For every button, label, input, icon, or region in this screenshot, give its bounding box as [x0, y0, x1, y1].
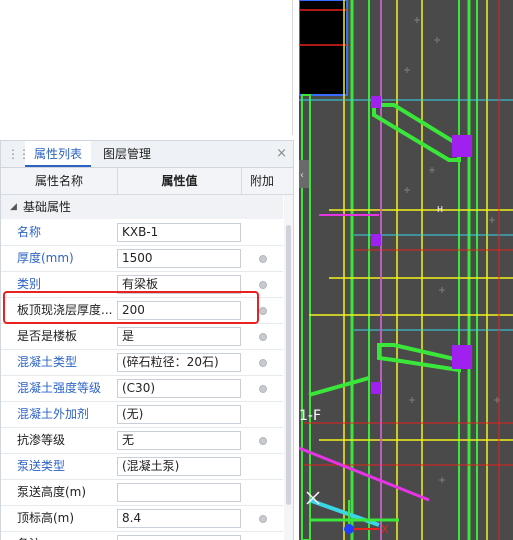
- tab-property-list[interactable]: 属性列表: [25, 141, 92, 167]
- close-icon[interactable]: ×: [276, 147, 287, 160]
- property-value-field[interactable]: 是: [117, 327, 241, 346]
- property-value-field[interactable]: [117, 483, 241, 502]
- property-rows: 名称 KXB-1 厚度(mm) 1500 类别 有梁板 板顶现浇层厚度... 200 是否是楼板…: [1, 220, 283, 540]
- cad-canvas[interactable]: ‹ 1-F H X: [299, 0, 513, 540]
- property-row[interactable]: 混凝土外加剂 (无): [1, 402, 283, 428]
- property-row[interactable]: 抗渗等级 无: [1, 428, 283, 454]
- property-row[interactable]: 顶标高(m) 8.4: [1, 506, 283, 532]
- property-name: 是否是楼板: [17, 329, 78, 343]
- group-label: 基础属性: [23, 200, 72, 214]
- extra-dot-icon[interactable]: [259, 437, 267, 445]
- scrollbar[interactable]: [284, 195, 293, 540]
- header-name: 属性名称: [1, 168, 118, 194]
- property-name: 顶标高(m): [17, 511, 75, 525]
- extra-dot-icon[interactable]: [259, 307, 267, 315]
- table-header: 属性名称 属性值 附加: [1, 168, 293, 195]
- extra-dot-icon[interactable]: [259, 255, 267, 263]
- scrollbar-thumb[interactable]: [286, 225, 291, 505]
- extra-dot-icon[interactable]: [259, 515, 267, 523]
- axis-x-label: X: [381, 523, 389, 536]
- cad-label-h: H: [437, 205, 443, 214]
- cad-drawing[interactable]: ‹ 1-F H X: [299, 0, 513, 540]
- header-extra: 附加: [249, 174, 274, 188]
- panel-tabs: ⋮⋮ 属性列表 图层管理 ×: [1, 141, 293, 168]
- property-name[interactable]: 混凝土类型: [17, 350, 117, 375]
- cad-label-f: 1-F: [299, 408, 321, 424]
- property-name: 抗渗等级: [17, 433, 66, 447]
- collapse-triangle-icon[interactable]: ◢: [10, 195, 17, 219]
- property-row[interactable]: 厚度(mm) 1500: [1, 246, 283, 272]
- property-value-field[interactable]: (C30): [117, 379, 241, 398]
- property-row[interactable]: 备注: [1, 532, 283, 540]
- header-value: 属性值: [118, 168, 242, 194]
- property-value-field[interactable]: (混凝土泵): [117, 457, 241, 476]
- property-value-field[interactable]: (碎石粒径：20石): [117, 353, 241, 372]
- property-value-field[interactable]: KXB-1: [117, 223, 241, 242]
- properties-panel: ⋮⋮ 属性列表 图层管理 × 属性名称 属性值 附加 ◢ 基础属性 名称 KXB-…: [0, 140, 294, 540]
- property-value-field[interactable]: 1500: [117, 249, 241, 268]
- property-name: 备注: [17, 532, 117, 540]
- property-row[interactable]: 泵送高度(m): [1, 480, 283, 506]
- empty-top-area: [0, 0, 293, 135]
- property-value-field[interactable]: (无): [117, 405, 241, 424]
- property-name[interactable]: 混凝土强度等级: [17, 376, 117, 401]
- group-basic-properties[interactable]: ◢ 基础属性: [1, 195, 283, 219]
- extra-dot-icon[interactable]: [259, 385, 267, 393]
- property-row[interactable]: 混凝土强度等级 (C30): [1, 376, 283, 402]
- properties-sidebar: ⋮⋮ 属性列表 图层管理 × 属性名称 属性值 附加 ◢ 基础属性 名称 KXB-…: [0, 0, 299, 540]
- svg-text:‹: ‹: [300, 170, 304, 181]
- property-value-field[interactable]: [117, 535, 241, 540]
- property-name[interactable]: 泵送类型: [17, 454, 117, 479]
- property-row[interactable]: 混凝土类型 (碎石粒径：20石): [1, 350, 283, 376]
- property-row[interactable]: 名称 KXB-1: [1, 220, 283, 246]
- property-name[interactable]: 混凝土外加剂: [17, 402, 117, 427]
- property-name: 泵送高度(m): [17, 485, 87, 499]
- property-value-field[interactable]: 无: [117, 431, 241, 450]
- drag-handle-icon[interactable]: ⋮⋮: [7, 148, 30, 160]
- property-name[interactable]: 厚度(mm): [17, 246, 117, 271]
- property-name[interactable]: 名称: [17, 220, 117, 245]
- tab-layer-manager[interactable]: 图层管理: [94, 141, 160, 167]
- property-row[interactable]: 泵送类型 (混凝土泵): [1, 454, 283, 480]
- extra-dot-icon[interactable]: [259, 333, 267, 341]
- property-row[interactable]: 是否是楼板 是: [1, 324, 283, 350]
- extra-dot-icon[interactable]: [259, 281, 267, 289]
- extra-dot-icon[interactable]: [259, 359, 267, 367]
- property-value-field[interactable]: 8.4: [117, 509, 241, 528]
- highlight-box: [3, 291, 259, 324]
